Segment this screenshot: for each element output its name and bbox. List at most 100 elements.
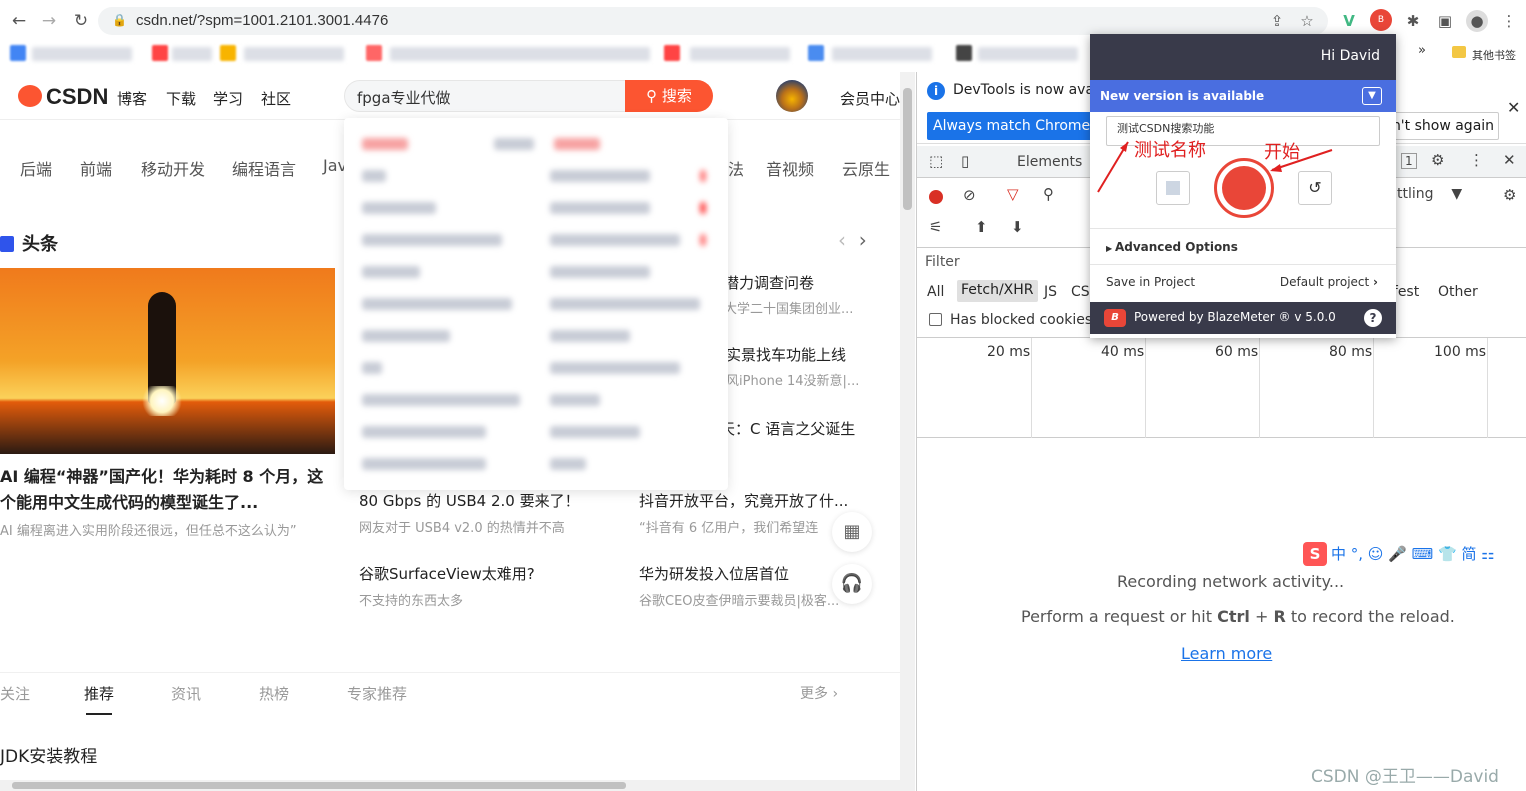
nav-community[interactable]: 社区 xyxy=(261,88,291,109)
article-title[interactable]: JDK安装教程 xyxy=(0,742,97,767)
tab-follow[interactable]: 关注 xyxy=(0,683,30,704)
suggestion-item[interactable] xyxy=(554,138,600,150)
headset-icon[interactable]: 🎧 xyxy=(832,564,872,604)
bookmark-blurred[interactable] xyxy=(32,47,132,61)
export-har-icon[interactable]: ⬇ xyxy=(1011,218,1024,236)
type-other[interactable]: Other xyxy=(1438,284,1478,300)
other-bookmarks[interactable]: 其他书签 xyxy=(1472,47,1516,63)
network-conditions-icon[interactable]: ⚟ xyxy=(929,218,942,236)
type-fetch-xhr[interactable]: Fetch/XHR xyxy=(957,280,1038,302)
suggestion-item[interactable] xyxy=(550,426,640,438)
bookmark-favicon[interactable] xyxy=(664,45,680,61)
record-icon[interactable] xyxy=(929,190,943,204)
suggestion-item[interactable] xyxy=(550,234,680,246)
suggestion-item[interactable] xyxy=(362,298,512,310)
tab-expert[interactable]: 专家推荐 xyxy=(347,683,407,704)
suggestion-item[interactable] xyxy=(550,266,650,278)
nav-learn[interactable]: 学习 xyxy=(213,88,243,109)
suggestion-item[interactable] xyxy=(362,234,502,246)
vue-devtools-icon[interactable]: V xyxy=(1338,10,1360,32)
suggestion-item[interactable] xyxy=(362,394,520,406)
bookmark-favicon[interactable] xyxy=(808,45,824,61)
blocked-cookies-checkbox[interactable]: Has blocked cookies xyxy=(929,312,1092,328)
news-title[interactable]: 华为研发投入位居首位 xyxy=(639,563,789,584)
bookmark-blurred[interactable] xyxy=(390,47,650,61)
news-title[interactable]: 潜力调查问卷 xyxy=(724,272,814,293)
clear-icon[interactable]: ⊘ xyxy=(963,186,976,204)
tab-elements[interactable]: Elements xyxy=(1017,154,1082,170)
suggestion-item[interactable] xyxy=(550,330,630,342)
close-icon[interactable]: ✕ xyxy=(1503,151,1516,169)
suggestion-item[interactable] xyxy=(550,298,700,310)
suggestion-item[interactable] xyxy=(550,362,680,374)
suggestion-item[interactable] xyxy=(550,458,586,470)
gear-icon[interactable]: ⚙ xyxy=(1503,186,1516,204)
profile-avatar-icon[interactable]: ● xyxy=(1466,10,1488,32)
tab-hot[interactable]: 热榜 xyxy=(259,683,289,704)
filter-input[interactable]: Filter xyxy=(925,254,960,270)
suggestion-item[interactable] xyxy=(550,202,650,214)
chevron-right-icon[interactable]: › xyxy=(859,228,867,252)
bookmark-favicon[interactable] xyxy=(366,45,382,61)
category-item[interactable]: 法 xyxy=(728,156,744,180)
suggestion-item[interactable] xyxy=(362,362,382,374)
suggestion-item[interactable] xyxy=(362,458,486,470)
news-title[interactable]: 天：C 语言之父诞生 xyxy=(720,418,855,439)
inspect-element-icon[interactable]: ⬚ xyxy=(929,152,943,170)
address-bar[interactable]: 🔒 csdn.net/?spm=1001.2101.3001.4476 ⇪ ☆ xyxy=(98,7,1328,35)
bookmark-blurred[interactable] xyxy=(832,47,932,61)
stop-button[interactable] xyxy=(1156,171,1190,205)
nav-blog[interactable]: 博客 xyxy=(117,88,147,109)
bookmark-favicon[interactable] xyxy=(956,45,972,61)
start-record-button[interactable] xyxy=(1214,158,1274,218)
category-item[interactable]: 前端 xyxy=(80,156,112,180)
category-item[interactable]: 音视频 xyxy=(766,156,814,180)
back-icon[interactable]: ← xyxy=(8,10,30,32)
type-js[interactable]: JS xyxy=(1044,284,1057,300)
learn-more-link[interactable]: Learn more xyxy=(1181,644,1272,663)
hero-title[interactable]: AI 编程“神器”国产化！华为耗时 8 个月，这个能用中文生成代码的模型诞生了.… xyxy=(0,464,335,516)
device-toolbar-icon[interactable]: ▯ xyxy=(961,152,969,170)
share-icon[interactable]: ⇪ xyxy=(1266,10,1288,32)
user-greeting[interactable]: Hi David xyxy=(1321,48,1380,64)
forward-icon[interactable]: → xyxy=(38,10,60,32)
suggestion-item[interactable] xyxy=(494,138,534,150)
category-item[interactable]: 云原生 xyxy=(842,156,890,180)
throttling-select[interactable]: ttling ▼ xyxy=(1397,186,1462,202)
horizontal-scrollbar[interactable] xyxy=(0,780,900,791)
bookmark-favicon[interactable] xyxy=(220,45,236,61)
reload-icon[interactable]: ↻ xyxy=(70,10,92,32)
scrollbar-thumb[interactable] xyxy=(903,88,912,210)
suggestion-item[interactable] xyxy=(550,170,650,182)
qr-code-icon[interactable]: ▦ xyxy=(832,512,872,552)
gear-icon[interactable]: ⚙ xyxy=(1431,151,1444,169)
nav-download[interactable]: 下载 xyxy=(166,88,196,109)
tab-recommend[interactable]: 推荐 xyxy=(84,683,114,704)
category-item[interactable]: 移动开发 xyxy=(141,156,205,180)
extensions-puzzle-icon[interactable]: ✱ xyxy=(1402,10,1424,32)
news-title[interactable]: 80 Gbps 的 USB4 2.0 要来了！ xyxy=(359,490,580,511)
project-select[interactable]: Default project › xyxy=(1280,275,1378,289)
bookmark-blurred[interactable] xyxy=(244,47,344,61)
category-item[interactable]: 后端 xyxy=(20,156,52,180)
suggestion-item[interactable] xyxy=(362,426,486,438)
search-icon[interactable]: ⚲ xyxy=(1043,185,1054,203)
suggestion-item[interactable] xyxy=(362,170,386,182)
bookmark-favicon[interactable] xyxy=(152,45,168,61)
new-version-bar[interactable]: New version is available ▼ xyxy=(1090,80,1396,112)
vip-center-link[interactable]: 会员中心 xyxy=(840,88,900,109)
suggestion-item[interactable] xyxy=(550,394,600,406)
csdn-logo[interactable]: CSDN xyxy=(18,84,108,110)
tab-count-badge[interactable]: 1 xyxy=(1401,153,1417,169)
more-link[interactable]: 更多 › xyxy=(800,683,838,703)
always-match-button[interactable]: Always match Chrome's xyxy=(927,112,1095,140)
news-title[interactable]: 实景找车功能上线 xyxy=(726,344,846,365)
bookmark-blurred[interactable] xyxy=(978,47,1078,61)
suggestion-item[interactable] xyxy=(362,202,436,214)
avatar[interactable] xyxy=(776,80,808,112)
help-icon[interactable]: ? xyxy=(1364,309,1382,327)
news-title[interactable]: 谷歌SurfaceView太难用? xyxy=(359,563,535,584)
filter-icon[interactable]: ▽ xyxy=(1007,185,1019,203)
vertical-scrollbar[interactable] xyxy=(900,72,915,791)
bookmarks-overflow[interactable]: » xyxy=(1418,43,1426,58)
